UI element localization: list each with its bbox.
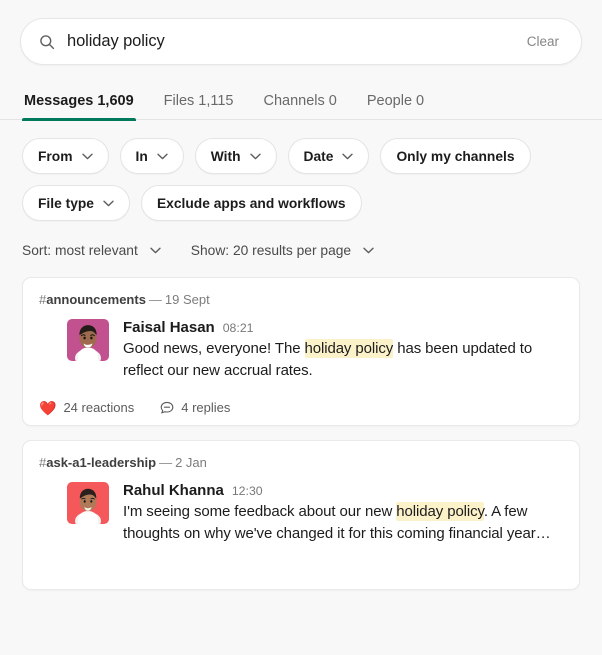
- result-footer: [39, 561, 563, 579]
- chevron-down-icon: [150, 247, 161, 254]
- search-result-tabs: Messages 1,609 Files 1,115 Channels 0 Pe…: [0, 87, 602, 121]
- filter-only-my-channels[interactable]: Only my channels: [380, 138, 531, 174]
- message-meta: Rahul Khanna 12:30: [123, 482, 563, 499]
- tab-files[interactable]: Files 1,115: [162, 87, 236, 120]
- search-results-list: #announcements —19 Sept Faisal Hasan 08:…: [0, 263, 602, 591]
- filter-row-primary: From In With Date Only my channels: [22, 138, 580, 174]
- filter-date[interactable]: Date: [287, 138, 370, 174]
- results-per-page-selector[interactable]: Show: 20 results per page: [191, 238, 374, 263]
- speech-bubble-icon: [160, 401, 174, 414]
- search-term-highlight: holiday policy: [304, 339, 394, 358]
- filter-with-label: With: [210, 148, 241, 164]
- result-context-header: #announcements —19 Sept: [39, 292, 563, 307]
- sort-controls: Sort: most relevant Show: 20 results per…: [0, 232, 602, 263]
- search-result-item[interactable]: #ask-a1-leadership —2 Jan Rahul Khanna 1…: [22, 440, 580, 591]
- message-timestamp: 12:30: [231, 484, 263, 499]
- replies-count-label: 4 replies: [181, 400, 231, 416]
- sort-order-selector[interactable]: Sort: most relevant: [22, 238, 161, 263]
- avatar-image: [67, 319, 109, 361]
- chevron-down-icon: [249, 153, 261, 159]
- message-text: Good news, everyone! The holiday policy …: [123, 338, 563, 382]
- filter-date-label: Date: [303, 148, 334, 164]
- replies-summary[interactable]: 4 replies: [160, 400, 230, 415]
- filter-with[interactable]: With: [194, 138, 277, 174]
- message-author[interactable]: Rahul Khanna: [123, 482, 224, 499]
- avatar[interactable]: [67, 319, 109, 361]
- search-box[interactable]: Clear: [20, 18, 582, 65]
- message-meta: Faisal Hasan 08:21: [123, 319, 563, 336]
- search-result-item[interactable]: #announcements —19 Sept Faisal Hasan 08:…: [22, 277, 580, 427]
- result-footer: ❤️ 24 reactions 4 replies: [39, 398, 563, 415]
- filter-in[interactable]: In: [119, 138, 184, 174]
- results-per-page-label: Show: 20 results per page: [190, 243, 352, 258]
- separator-dash: —: [159, 455, 173, 471]
- filter-row-secondary: File type Exclude apps and workflows: [22, 185, 580, 221]
- filter-exclude-apps-workflows-label: Exclude apps and workflows: [156, 195, 346, 211]
- filter-file-type-label: File type: [38, 195, 94, 211]
- filter-from-label: From: [38, 148, 73, 164]
- result-date: 2 Jan: [175, 455, 207, 471]
- tab-channels[interactable]: Channels 0: [262, 87, 339, 120]
- result-channel-name: #ask-a1-leadership: [39, 455, 157, 471]
- search-bar-region: Clear: [0, 0, 602, 65]
- message-author[interactable]: Faisal Hasan: [123, 319, 215, 336]
- chevron-down-icon: [157, 153, 168, 159]
- separator-dash: —: [148, 292, 162, 307]
- chevron-down-icon: [363, 247, 374, 254]
- heart-icon: ❤️: [39, 399, 57, 416]
- avatar-image: [67, 482, 109, 525]
- filter-file-type[interactable]: File type: [22, 185, 130, 221]
- message-content: Rahul Khanna 12:30 I'm seeing some feedb…: [123, 482, 563, 545]
- search-term-highlight: holiday policy: [396, 502, 484, 522]
- clear-search-button[interactable]: Clear: [525, 30, 561, 53]
- search-input[interactable]: [67, 32, 525, 51]
- chevron-down-icon: [103, 200, 114, 206]
- message-block: Faisal Hasan 08:21 Good news, everyone! …: [39, 319, 563, 382]
- message-block: Rahul Khanna 12:30 I'm seeing some feedb…: [39, 482, 563, 545]
- message-timestamp: 08:21: [222, 321, 254, 335]
- filter-from[interactable]: From: [22, 138, 109, 174]
- filter-in-label: In: [135, 148, 148, 164]
- search-icon: [40, 34, 55, 49]
- tab-messages[interactable]: Messages 1,609: [22, 87, 136, 121]
- sort-order-label: Sort: most relevant: [22, 243, 138, 258]
- result-context-header: #ask-a1-leadership —2 Jan: [39, 455, 563, 470]
- filter-only-my-channels-label: Only my channels: [396, 148, 515, 164]
- result-date: 19 Sept: [164, 292, 210, 307]
- reactions-count-label: 24 reactions: [63, 400, 135, 416]
- message-text: I'm seeing some feedback about our new h…: [123, 501, 563, 545]
- chevron-down-icon: [81, 153, 93, 159]
- filter-bar: From In With Date Only my channels File …: [0, 120, 602, 221]
- tab-people[interactable]: People 0: [365, 87, 426, 120]
- message-text-pre: I'm seeing some feedback about our new: [123, 503, 397, 521]
- filter-exclude-apps-workflows[interactable]: Exclude apps and workflows: [140, 185, 362, 221]
- message-content: Faisal Hasan 08:21 Good news, everyone! …: [123, 319, 563, 382]
- reactions-summary[interactable]: ❤️ 24 reactions: [39, 400, 134, 415]
- result-channel-name: #announcements: [39, 292, 146, 307]
- avatar[interactable]: [67, 482, 109, 525]
- chevron-down-icon: [342, 153, 354, 159]
- message-text-pre: Good news, everyone! The: [123, 340, 305, 357]
